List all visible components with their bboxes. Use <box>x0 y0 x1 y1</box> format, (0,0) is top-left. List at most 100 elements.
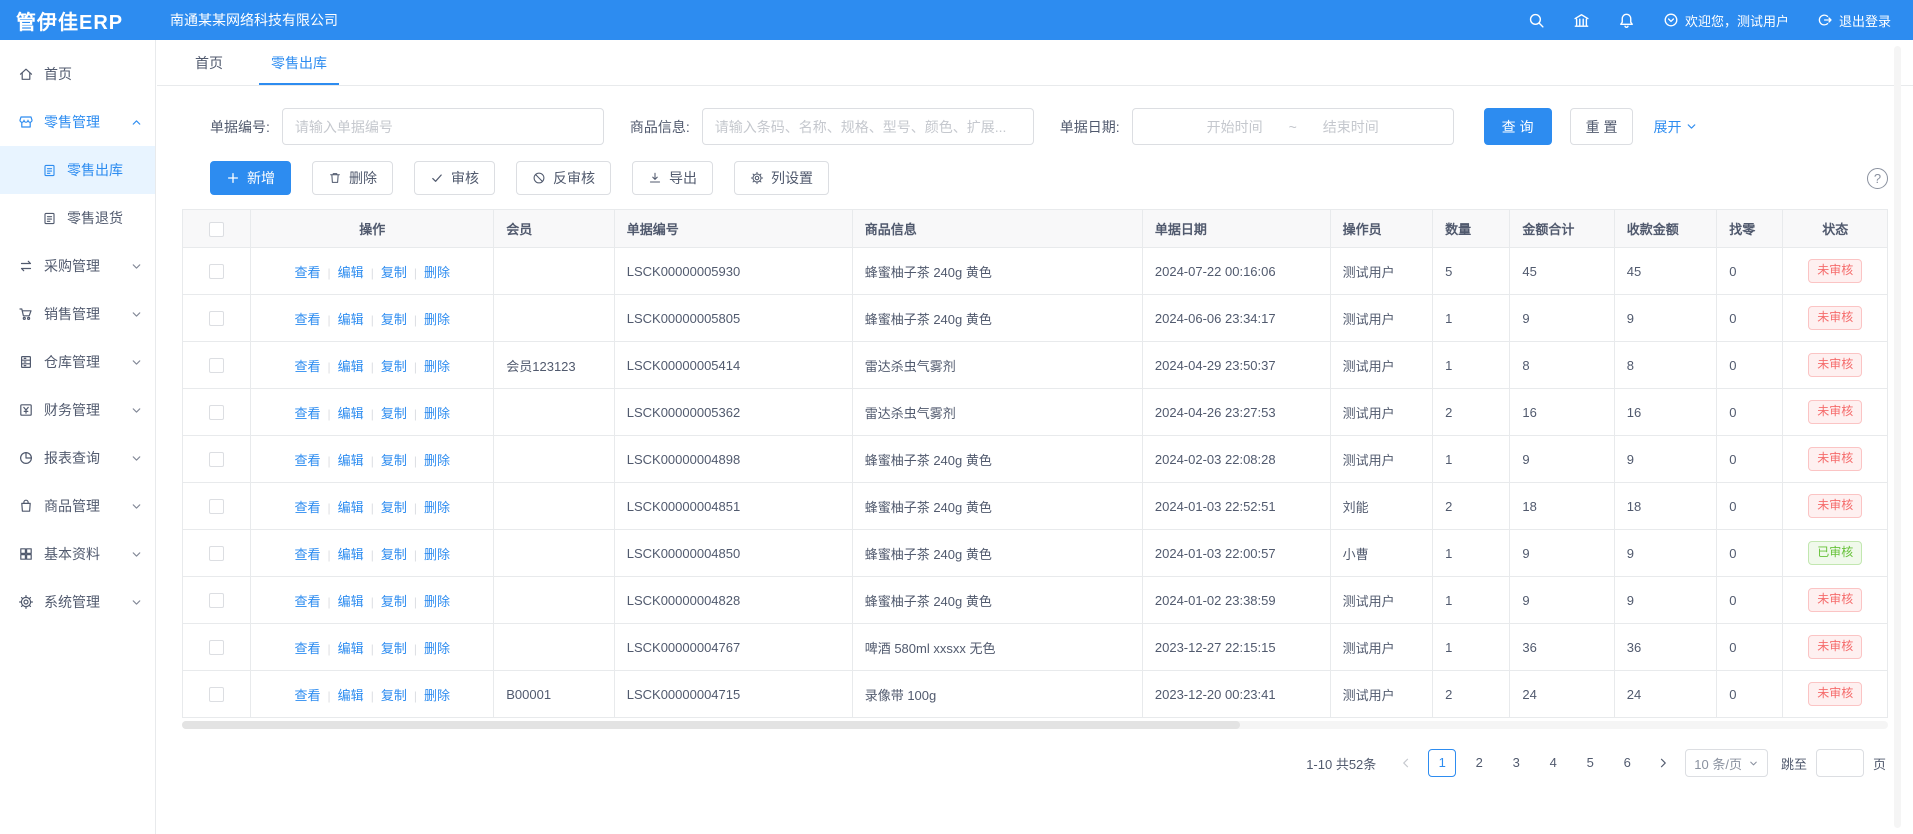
main-content: 首页 零售出库 单据编号: 商品信息: 单据日期: 开始时间 ~ 结束时间 查 … <box>157 40 1913 834</box>
row-action-view[interactable]: 查看 <box>295 547 321 562</box>
unaudit-button[interactable]: 反审核 <box>516 161 611 195</box>
order-no-label: 单据编号: <box>210 117 270 137</box>
row-action-copy[interactable]: 复制 <box>381 359 407 374</box>
row-action-edit[interactable]: 编辑 <box>338 359 364 374</box>
row-action-edit[interactable]: 编辑 <box>338 312 364 327</box>
row-action-delete[interactable]: 删除 <box>424 359 450 374</box>
page-button-3[interactable]: 3 <box>1502 749 1530 777</box>
column-settings-button[interactable]: 列设置 <box>734 161 829 195</box>
delete-button[interactable]: 删除 <box>312 161 393 195</box>
row-action-delete[interactable]: 删除 <box>424 453 450 468</box>
prev-page-button[interactable] <box>1393 750 1419 776</box>
row-checkbox[interactable] <box>209 264 224 279</box>
sidebar-item-basic-data[interactable]: 基本资料 <box>0 530 155 578</box>
sidebar-item-system-management[interactable]: 系统管理 <box>0 578 155 626</box>
row-action-edit[interactable]: 编辑 <box>338 688 364 703</box>
row-checkbox[interactable] <box>209 687 224 702</box>
search-icon[interactable] <box>1528 12 1545 29</box>
horizontal-scrollbar[interactable] <box>182 721 1888 729</box>
sidebar-item-sales-management[interactable]: 销售管理 <box>0 290 155 338</box>
next-page-button[interactable] <box>1650 750 1676 776</box>
row-checkbox[interactable] <box>209 546 224 561</box>
export-button[interactable]: 导出 <box>632 161 713 195</box>
row-action-delete[interactable]: 删除 <box>424 265 450 280</box>
sidebar-item-retail-returns[interactable]: 零售退货 <box>0 194 155 242</box>
row-action-copy[interactable]: 复制 <box>381 265 407 280</box>
date-range-picker[interactable]: 开始时间 ~ 结束时间 <box>1132 108 1454 145</box>
row-checkbox[interactable] <box>209 358 224 373</box>
change-cell: 0 <box>1717 248 1783 295</box>
document-icon <box>42 163 57 178</box>
row-action-delete[interactable]: 删除 <box>424 547 450 562</box>
welcome-user[interactable]: 欢迎您，测试用户 <box>1663 11 1789 30</box>
sidebar-item-finance-management[interactable]: 财务管理 <box>0 386 155 434</box>
row-action-copy[interactable]: 复制 <box>381 641 407 656</box>
page-button-4[interactable]: 4 <box>1539 749 1567 777</box>
row-action-view[interactable]: 查看 <box>295 453 321 468</box>
row-action-view[interactable]: 查看 <box>295 406 321 421</box>
row-action-copy[interactable]: 复制 <box>381 453 407 468</box>
expand-link[interactable]: 展开 <box>1653 117 1698 137</box>
help-icon[interactable]: ? <box>1867 168 1888 189</box>
row-checkbox[interactable] <box>209 452 224 467</box>
jump-page-input[interactable] <box>1816 749 1864 777</box>
table-row: 查看|编辑|复制|删除LSCK00000005805蜂蜜柚子茶 240g 黄色2… <box>183 295 1888 342</box>
sidebar-item-warehouse-management[interactable]: 仓库管理 <box>0 338 155 386</box>
row-checkbox[interactable] <box>209 640 224 655</box>
row-checkbox[interactable] <box>209 593 224 608</box>
tab-home[interactable]: 首页 <box>171 40 247 85</box>
select-all-checkbox[interactable] <box>209 222 224 237</box>
page-button-6[interactable]: 6 <box>1613 749 1641 777</box>
product-info-input[interactable] <box>702 108 1034 145</box>
row-action-copy[interactable]: 复制 <box>381 312 407 327</box>
logout-button[interactable]: 退出登录 <box>1817 11 1891 30</box>
row-action-view[interactable]: 查看 <box>295 359 321 374</box>
row-action-edit[interactable]: 编辑 <box>338 453 364 468</box>
row-action-view[interactable]: 查看 <box>295 594 321 609</box>
page-button-1[interactable]: 1 <box>1428 749 1456 777</box>
row-action-view[interactable]: 查看 <box>295 312 321 327</box>
row-action-delete[interactable]: 删除 <box>424 688 450 703</box>
row-action-edit[interactable]: 编辑 <box>338 406 364 421</box>
reset-button[interactable]: 重 置 <box>1570 108 1634 145</box>
row-action-delete[interactable]: 删除 <box>424 500 450 515</box>
row-action-view[interactable]: 查看 <box>295 688 321 703</box>
audit-button[interactable]: 审核 <box>414 161 495 195</box>
vertical-scrollbar[interactable] <box>1894 46 1901 828</box>
row-action-delete[interactable]: 删除 <box>424 594 450 609</box>
row-checkbox[interactable] <box>209 311 224 326</box>
row-action-copy[interactable]: 复制 <box>381 500 407 515</box>
row-action-view[interactable]: 查看 <box>295 500 321 515</box>
row-action-delete[interactable]: 删除 <box>424 641 450 656</box>
row-action-delete[interactable]: 删除 <box>424 312 450 327</box>
row-action-view[interactable]: 查看 <box>295 641 321 656</box>
page-button-5[interactable]: 5 <box>1576 749 1604 777</box>
order-no-input[interactable] <box>282 108 604 145</box>
sidebar-item-home[interactable]: 首页 <box>0 50 155 98</box>
search-button[interactable]: 查 询 <box>1484 108 1552 145</box>
row-action-edit[interactable]: 编辑 <box>338 641 364 656</box>
sidebar-item-purchase-management[interactable]: 采购管理 <box>0 242 155 290</box>
row-action-edit[interactable]: 编辑 <box>338 500 364 515</box>
row-action-delete[interactable]: 删除 <box>424 406 450 421</box>
row-action-edit[interactable]: 编辑 <box>338 265 364 280</box>
row-action-copy[interactable]: 复制 <box>381 547 407 562</box>
row-action-edit[interactable]: 编辑 <box>338 594 364 609</box>
bank-icon[interactable] <box>1573 12 1590 29</box>
page-button-2[interactable]: 2 <box>1465 749 1493 777</box>
row-action-view[interactable]: 查看 <box>295 265 321 280</box>
row-action-copy[interactable]: 复制 <box>381 594 407 609</box>
row-checkbox[interactable] <box>209 499 224 514</box>
sidebar-item-retail-management[interactable]: 零售管理 <box>0 98 155 146</box>
row-action-copy[interactable]: 复制 <box>381 406 407 421</box>
row-action-copy[interactable]: 复制 <box>381 688 407 703</box>
tab-retail-outbound[interactable]: 零售出库 <box>247 40 351 85</box>
page-size-select[interactable]: 10 条/页 <box>1685 749 1768 777</box>
row-action-edit[interactable]: 编辑 <box>338 547 364 562</box>
sidebar-item-retail-outbound[interactable]: 零售出库 <box>0 146 155 194</box>
row-checkbox[interactable] <box>209 405 224 420</box>
add-button[interactable]: 新增 <box>210 161 291 195</box>
bell-icon[interactable] <box>1618 12 1635 29</box>
sidebar-item-report-query[interactable]: 报表查询 <box>0 434 155 482</box>
sidebar-item-goods-management[interactable]: 商品管理 <box>0 482 155 530</box>
